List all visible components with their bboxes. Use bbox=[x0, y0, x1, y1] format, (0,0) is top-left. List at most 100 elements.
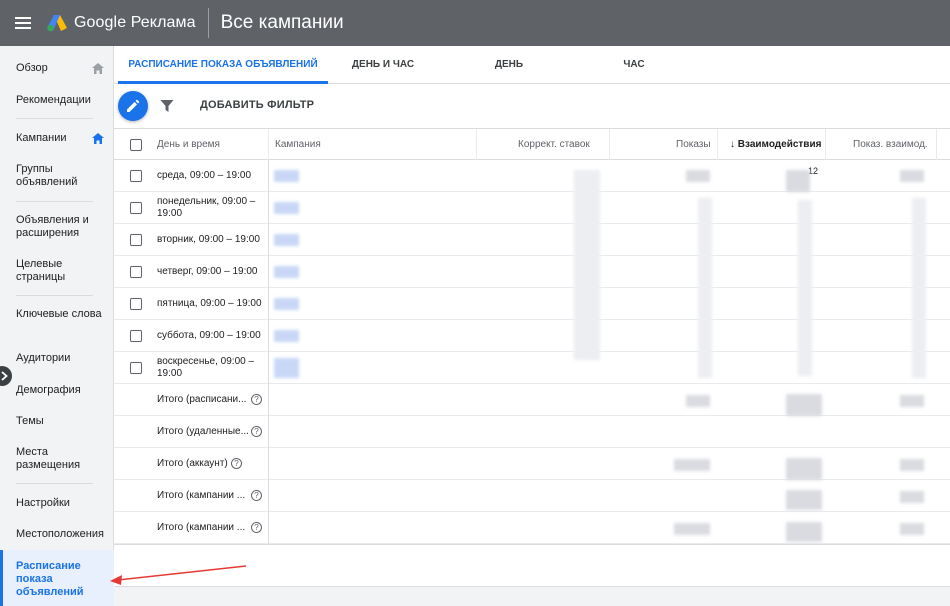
sidebar-item-placements[interactable]: Места размещения bbox=[16, 446, 108, 472]
row-checkbox[interactable] bbox=[130, 266, 142, 278]
redacted-interaction-rate bbox=[900, 523, 924, 535]
table-row[interactable]: понедельник, 09:00 – 19:00 bbox=[114, 192, 950, 224]
help-icon[interactable]: ? bbox=[251, 522, 262, 533]
sidebar-item-label: Темы bbox=[16, 415, 44, 427]
help-icon[interactable]: ? bbox=[251, 394, 262, 405]
row-checkbox[interactable] bbox=[130, 234, 142, 246]
row-checkbox[interactable] bbox=[130, 298, 142, 310]
sidebar-item-landing-pages[interactable]: Целевые страницы bbox=[16, 258, 108, 284]
redacted-interactions bbox=[786, 170, 810, 192]
sidebar-item-label: Целевые страницы bbox=[16, 258, 66, 283]
table-total-row: Итого (аккаунт) ? bbox=[114, 448, 950, 480]
help-icon[interactable]: ? bbox=[231, 458, 242, 469]
sidebar-nav: Обзор Рекомендации Кампании Группы объяв… bbox=[0, 46, 114, 606]
google-ads-logo[interactable]: Google Реклама bbox=[46, 0, 196, 46]
redacted-interactions bbox=[786, 522, 822, 542]
row-day-time: среда, 09:00 – 19:00 bbox=[157, 170, 252, 181]
redacted-interactions bbox=[786, 490, 822, 510]
page-title: Все кампании bbox=[220, 12, 344, 33]
sidebar-item-label: Ключевые слова bbox=[16, 308, 102, 320]
tab-bar: РАСПИСАНИЕ ПОКАЗА ОБЪЯВЛЕНИЙ ДЕНЬ И ЧАС … bbox=[114, 46, 950, 84]
row-checkbox[interactable] bbox=[130, 330, 142, 342]
table-total-row: Итого (кампании ... ? bbox=[114, 512, 950, 544]
column-divider bbox=[825, 129, 826, 160]
sidebar-divider bbox=[16, 295, 93, 296]
sidebar-item-topics[interactable]: Темы bbox=[16, 415, 108, 428]
row-day-time: четверг, 09:00 – 19:00 bbox=[157, 266, 258, 277]
column-divider bbox=[476, 129, 477, 160]
sidebar-item-ad-groups[interactable]: Группы объявлений bbox=[16, 163, 108, 189]
redacted-campaign bbox=[274, 298, 299, 310]
help-icon[interactable]: ? bbox=[251, 426, 262, 437]
sidebar-item-locations[interactable]: Местоположения bbox=[16, 528, 108, 541]
sidebar-item-label-active: Расписание показа объявлений bbox=[16, 560, 84, 598]
table-row[interactable]: вторник, 09:00 – 19:00 bbox=[114, 224, 950, 256]
redacted-interaction-rate bbox=[900, 170, 924, 182]
sidebar-item-recommendations[interactable]: Рекомендации bbox=[16, 94, 108, 107]
sidebar-item-label: Демография bbox=[16, 384, 81, 396]
row-day-time: вторник, 09:00 – 19:00 bbox=[157, 234, 260, 245]
sidebar-item-demographics[interactable]: Демография bbox=[16, 384, 108, 397]
column-campaign[interactable]: Кампания bbox=[275, 129, 321, 160]
sidebar-divider bbox=[16, 118, 93, 119]
redacted-interaction-rate bbox=[912, 198, 926, 378]
select-all-checkbox[interactable] bbox=[130, 139, 142, 151]
column-divider bbox=[936, 129, 937, 160]
sidebar-item-keywords[interactable]: Ключевые слова bbox=[16, 308, 108, 321]
sidebar-item-label: Местоположения bbox=[16, 528, 104, 540]
sidebar-item-label: Настройки bbox=[16, 497, 70, 509]
tab-hour[interactable]: ЧАС bbox=[579, 46, 689, 84]
column-day-time[interactable]: День и время bbox=[157, 129, 220, 160]
total-label: Итого (расписани... bbox=[157, 394, 247, 405]
column-impressions[interactable]: Показы bbox=[676, 129, 711, 160]
row-day-time: пятница, 09:00 – 19:00 bbox=[157, 298, 262, 309]
add-filter-button[interactable]: ДОБАВИТЬ ФИЛЬТР bbox=[200, 99, 314, 111]
app-name: Google Реклама bbox=[74, 14, 196, 31]
menu-icon[interactable] bbox=[0, 0, 46, 46]
column-divider bbox=[609, 129, 610, 160]
redacted-campaign bbox=[274, 358, 299, 378]
table-row[interactable]: воскресенье, 09:00 – 19:00 bbox=[114, 352, 950, 384]
sidebar-item-label: Кампании bbox=[16, 132, 67, 144]
sidebar-item-audiences[interactable]: Аудитории bbox=[16, 352, 108, 365]
column-interaction-rate[interactable]: Показ. взаимод. bbox=[853, 129, 928, 160]
sidebar-item-label: Обзор bbox=[16, 62, 48, 74]
table-header: День и время Кампания Коррект. ставок По… bbox=[114, 128, 950, 160]
redacted-impressions bbox=[674, 459, 710, 471]
total-label: Итого (удаленные... bbox=[157, 426, 249, 437]
total-label: Итого (аккаунт) bbox=[157, 458, 228, 469]
column-divider bbox=[717, 129, 718, 160]
help-icon[interactable]: ? bbox=[251, 490, 262, 501]
redacted-interaction-rate bbox=[900, 459, 924, 471]
redacted-campaign bbox=[274, 330, 299, 342]
table-row[interactable]: суббота, 09:00 – 19:00 bbox=[114, 320, 950, 352]
home-icon bbox=[92, 63, 104, 74]
sidebar-divider bbox=[16, 201, 93, 202]
table-row[interactable]: четверг, 09:00 – 19:00 bbox=[114, 256, 950, 288]
edit-button[interactable] bbox=[118, 91, 148, 121]
row-checkbox[interactable] bbox=[130, 170, 142, 182]
tab-ad-schedule[interactable]: РАСПИСАНИЕ ПОКАЗА ОБЪЯВЛЕНИЙ bbox=[118, 46, 328, 84]
table-total-row: Итого (кампании ... ? bbox=[114, 480, 950, 512]
sidebar-item-label: Объявления и расширения bbox=[16, 214, 89, 239]
table-total-row: Итого (расписани... ? bbox=[114, 384, 950, 416]
sidebar-item-ads-extensions[interactable]: Объявления и расширения bbox=[16, 214, 108, 240]
column-bid-adjustment[interactable]: Коррект. ставок bbox=[518, 129, 590, 160]
column-interactions[interactable]: ↓ Взаимодействия bbox=[730, 129, 821, 160]
sidebar-item-settings[interactable]: Настройки bbox=[16, 497, 108, 510]
filter-icon[interactable] bbox=[160, 99, 174, 113]
sidebar-item-label: Места размещения bbox=[16, 446, 81, 471]
table-row[interactable]: пятница, 09:00 – 19:00 bbox=[114, 288, 950, 320]
table-row[interactable]: среда, 09:00 – 19:00 12 bbox=[114, 160, 950, 192]
redacted-interactions bbox=[786, 458, 822, 480]
google-ads-logo-icon bbox=[47, 15, 67, 32]
redacted-interactions bbox=[786, 394, 822, 416]
collapse-sidebar-button[interactable] bbox=[0, 366, 12, 386]
tab-day[interactable]: ДЕНЬ bbox=[454, 46, 564, 84]
row-checkbox[interactable] bbox=[130, 362, 142, 374]
tab-day-and-hour[interactable]: ДЕНЬ И ЧАС bbox=[328, 46, 438, 84]
row-checkbox[interactable] bbox=[130, 202, 142, 214]
sidebar-item-label: Рекомендации bbox=[16, 94, 91, 106]
top-app-bar: Google Реклама Все кампании bbox=[0, 0, 950, 46]
table-bottom-border bbox=[114, 544, 950, 545]
